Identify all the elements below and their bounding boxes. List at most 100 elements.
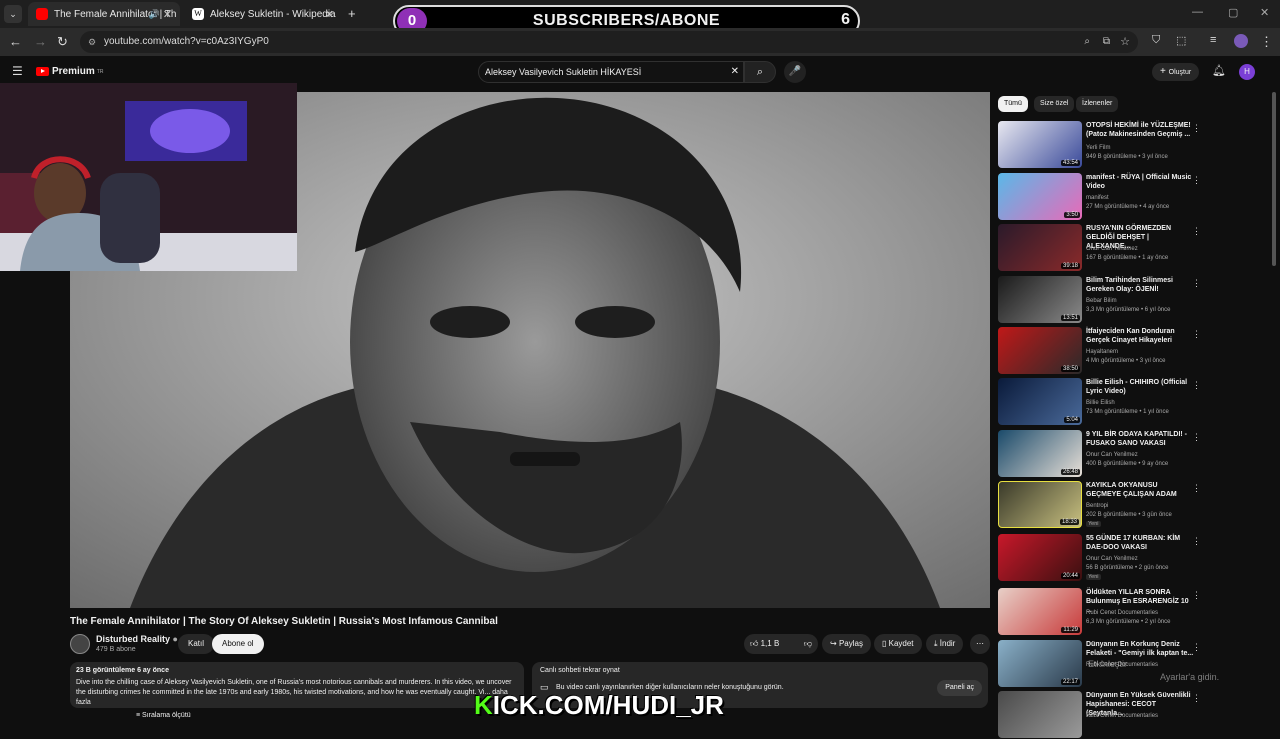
share-button[interactable]: ↪ Paylaş (822, 634, 871, 654)
description-meta: 23 B görüntüleme 6 ay önce (76, 667, 169, 674)
recommendation-meta: 27 Mn görüntüleme • 4 ay önce (1086, 204, 1170, 210)
more-options-icon[interactable]: ⋮ (1192, 329, 1201, 340)
zoom-icon[interactable]: ⌕ (1084, 31, 1090, 53)
new-badge: Yeni (1086, 521, 1101, 527)
description-text: Dive into the chilling case of Aleksey V… (76, 679, 512, 706)
recommendation-channel: Rubi Cenet Documentaries (1086, 610, 1159, 616)
recommendation-channel: Billie Eilish (1086, 400, 1115, 406)
recommendation-meta: 167 B görüntüleme • 1 ay önce (1086, 255, 1169, 261)
close-tab-icon[interactable]: ✕ (325, 8, 334, 21)
more-options-icon[interactable]: ⋮ (1192, 483, 1201, 494)
more-options-icon[interactable]: ⋮ (1192, 432, 1201, 443)
video-thumbnail[interactable]: 18:33 (998, 481, 1082, 528)
account-avatar[interactable]: H (1239, 64, 1255, 80)
more-options-icon[interactable]: ⋮ (1192, 642, 1201, 653)
forward-icon[interactable]: → (34, 34, 47, 49)
page-scrollbar[interactable] (1272, 92, 1276, 266)
description-box[interactable]: 23 B görüntüleme 6 ay önce Dive into the… (70, 662, 524, 708)
back-icon[interactable]: ← (9, 34, 22, 49)
youtube-logo-text: Premium (52, 66, 95, 77)
duration: 20:44 (1060, 573, 1080, 579)
clear-search-icon[interactable]: ✕ (731, 62, 739, 82)
recommendation-item[interactable]: 38:50 İtfaiyeciden Kan Donduran Gerçek C… (998, 327, 1268, 375)
more-options-icon[interactable]: ⋮ (1192, 278, 1201, 289)
video-thumbnail[interactable]: 3:50 (998, 173, 1082, 220)
notifications-bell-icon[interactable]: 🔔︎ (1212, 64, 1226, 77)
join-button[interactable]: Katıl (178, 634, 215, 654)
recommendation-item[interactable]: Dünyanın En Yüksek Güvenlikli Hapishanes… (998, 691, 1268, 739)
voice-search-button[interactable]: 🎤 (784, 61, 806, 83)
more-options-icon[interactable]: ⋮ (1192, 590, 1201, 601)
more-options-icon[interactable]: ⋮ (1192, 693, 1201, 704)
video-thumbnail[interactable]: 13:51 (998, 276, 1082, 323)
create-button[interactable]: + Oluştur (1152, 63, 1200, 81)
recommendation-item[interactable]: 20:44 55 GÜNDE 17 KURBAN: KİM DAE-DOO VA… (998, 534, 1268, 582)
video-thumbnail[interactable]: 5:04 (998, 378, 1082, 425)
video-thumbnail[interactable]: 11:29 (998, 588, 1082, 635)
profile-avatar[interactable] (1234, 34, 1248, 48)
reload-icon[interactable]: ↻ (57, 34, 68, 50)
activation-line-2: Ayarlar'a gidin. (1160, 672, 1220, 682)
recommendation-channel: Hayaltanem (1086, 349, 1119, 355)
duration: 5:04 (1064, 417, 1080, 423)
more-options-icon[interactable]: ⋮ (1192, 175, 1201, 186)
search-icon: ⌕ (756, 66, 764, 78)
tab-wikipedia[interactable]: W Aleksey Sukletin - Wikipedia ✕ (184, 2, 342, 26)
close-window-icon[interactable]: ✕ (1260, 6, 1269, 19)
like-dislike-button[interactable]: 👍︎ 1,1 B 👎︎ (744, 634, 818, 654)
save-button[interactable]: ▯ Kaydet (874, 634, 922, 654)
video-thumbnail[interactable]: 38:50 (998, 327, 1082, 374)
chip-for-you[interactable]: Size özel (1034, 96, 1075, 112)
tab-youtube[interactable]: The Female Annihilator | Th 🔊 ✕ (28, 2, 180, 26)
duration: 38:50 (1060, 366, 1080, 372)
extensions-icon[interactable]: ⬚ (1176, 34, 1186, 47)
more-options-icon[interactable]: ⋮ (1192, 123, 1201, 134)
youtube-logo[interactable]: Premium TR (36, 66, 103, 77)
video-thumbnail[interactable]: 43:54 (998, 121, 1082, 168)
more-options-icon[interactable]: ⋮ (1192, 536, 1201, 547)
recommendation-meta: 3,3 Mn görüntüleme • 6 yıl önce (1086, 307, 1171, 313)
recommendation-item[interactable]: 26:48 9 YIL BİR ODAYA KAPATILDI! - FUSAK… (998, 430, 1268, 478)
speaker-icon[interactable]: 🔊 (149, 9, 160, 20)
shield-icon[interactable]: ⛉ (1152, 34, 1160, 47)
recommendation-meta: 949 B görüntüleme • 3 yıl önce (1086, 154, 1168, 160)
recommendation-item[interactable]: 18:33 KAYIKLA OKYANUSU GEÇMEYE ÇALIŞAN A… (998, 481, 1268, 529)
more-options-icon[interactable]: ⋮ (1192, 380, 1201, 391)
media-icon[interactable]: ≡ (1210, 34, 1216, 46)
thumbs-down-icon[interactable]: 👎︎ (804, 634, 812, 654)
site-info-icon[interactable]: ⚙ (88, 31, 96, 53)
install-icon[interactable]: ⧉ (1103, 31, 1110, 53)
recommendation-item[interactable]: 3:50 manifest - RÜYA | Official Music Vi… (998, 173, 1268, 221)
address-bar[interactable]: ⚙ youtube.com/watch?v=c0Az3IYGyP0 ⌕ ⧉ ☆ (80, 31, 1138, 53)
video-thumbnail[interactable]: 20:44 (998, 534, 1082, 581)
close-tab-icon[interactable]: ✕ (163, 8, 172, 21)
recommendation-item[interactable]: 11:29 Öldükten YILLAR SONRA Bulunmuş En … (998, 588, 1268, 636)
comments-sort[interactable]: ≡ Sıralama ölçütü (136, 712, 191, 719)
video-thumbnail[interactable] (998, 691, 1082, 738)
chip-all[interactable]: Tümü (998, 96, 1028, 112)
more-options-icon[interactable]: ⋮ (1192, 226, 1201, 237)
hamburger-menu-icon[interactable]: ☰ (12, 64, 23, 78)
recommendation-item[interactable]: 13:51 Bilim Tarihinden Silinmesi Gereken… (998, 276, 1268, 324)
tab-list-button[interactable]: ⌄ (4, 5, 22, 23)
channel-name[interactable]: Disturbed Reality ● (96, 634, 178, 644)
tab-label: Aleksey Sukletin - Wikipedia (210, 8, 336, 20)
recommendation-item[interactable]: 5:04 Billie Eilish - CHIHIRO (Official L… (998, 378, 1268, 426)
minimize-icon[interactable]: — (1192, 6, 1203, 18)
chip-watched[interactable]: İzlenenler (1076, 96, 1119, 112)
bookmark-star-icon[interactable]: ☆ (1120, 31, 1130, 53)
download-button[interactable]: ⤓ İndir (926, 634, 964, 654)
recommendation-item[interactable]: 43:54 OTOPSİ HEKİMİ ile YÜZLEŞME! (Patoz… (998, 121, 1268, 169)
subscribe-button[interactable]: Abone ol (212, 634, 264, 654)
open-chat-button[interactable]: Paneli aç (937, 680, 982, 696)
video-thumbnail[interactable]: 26:48 (998, 430, 1082, 477)
browser-menu-icon[interactable]: ⋮ (1260, 34, 1273, 50)
new-tab-button[interactable]: + (348, 6, 356, 21)
more-actions-button[interactable]: ⋯ (970, 634, 990, 654)
video-thumbnail[interactable]: 39:18 (998, 224, 1082, 271)
search-button[interactable]: ⌕ (744, 61, 776, 83)
maximize-icon[interactable]: ▢ (1228, 6, 1238, 19)
search-input[interactable]: Aleksey Vasilyevich Sukletin HİKAYESİ ✕ (478, 61, 744, 83)
recommendation-item[interactable]: 39:18 RUSYA'NIN GÖRMEZDEN GELDİĞİ DEHŞET… (998, 224, 1268, 272)
channel-avatar[interactable] (70, 634, 90, 654)
